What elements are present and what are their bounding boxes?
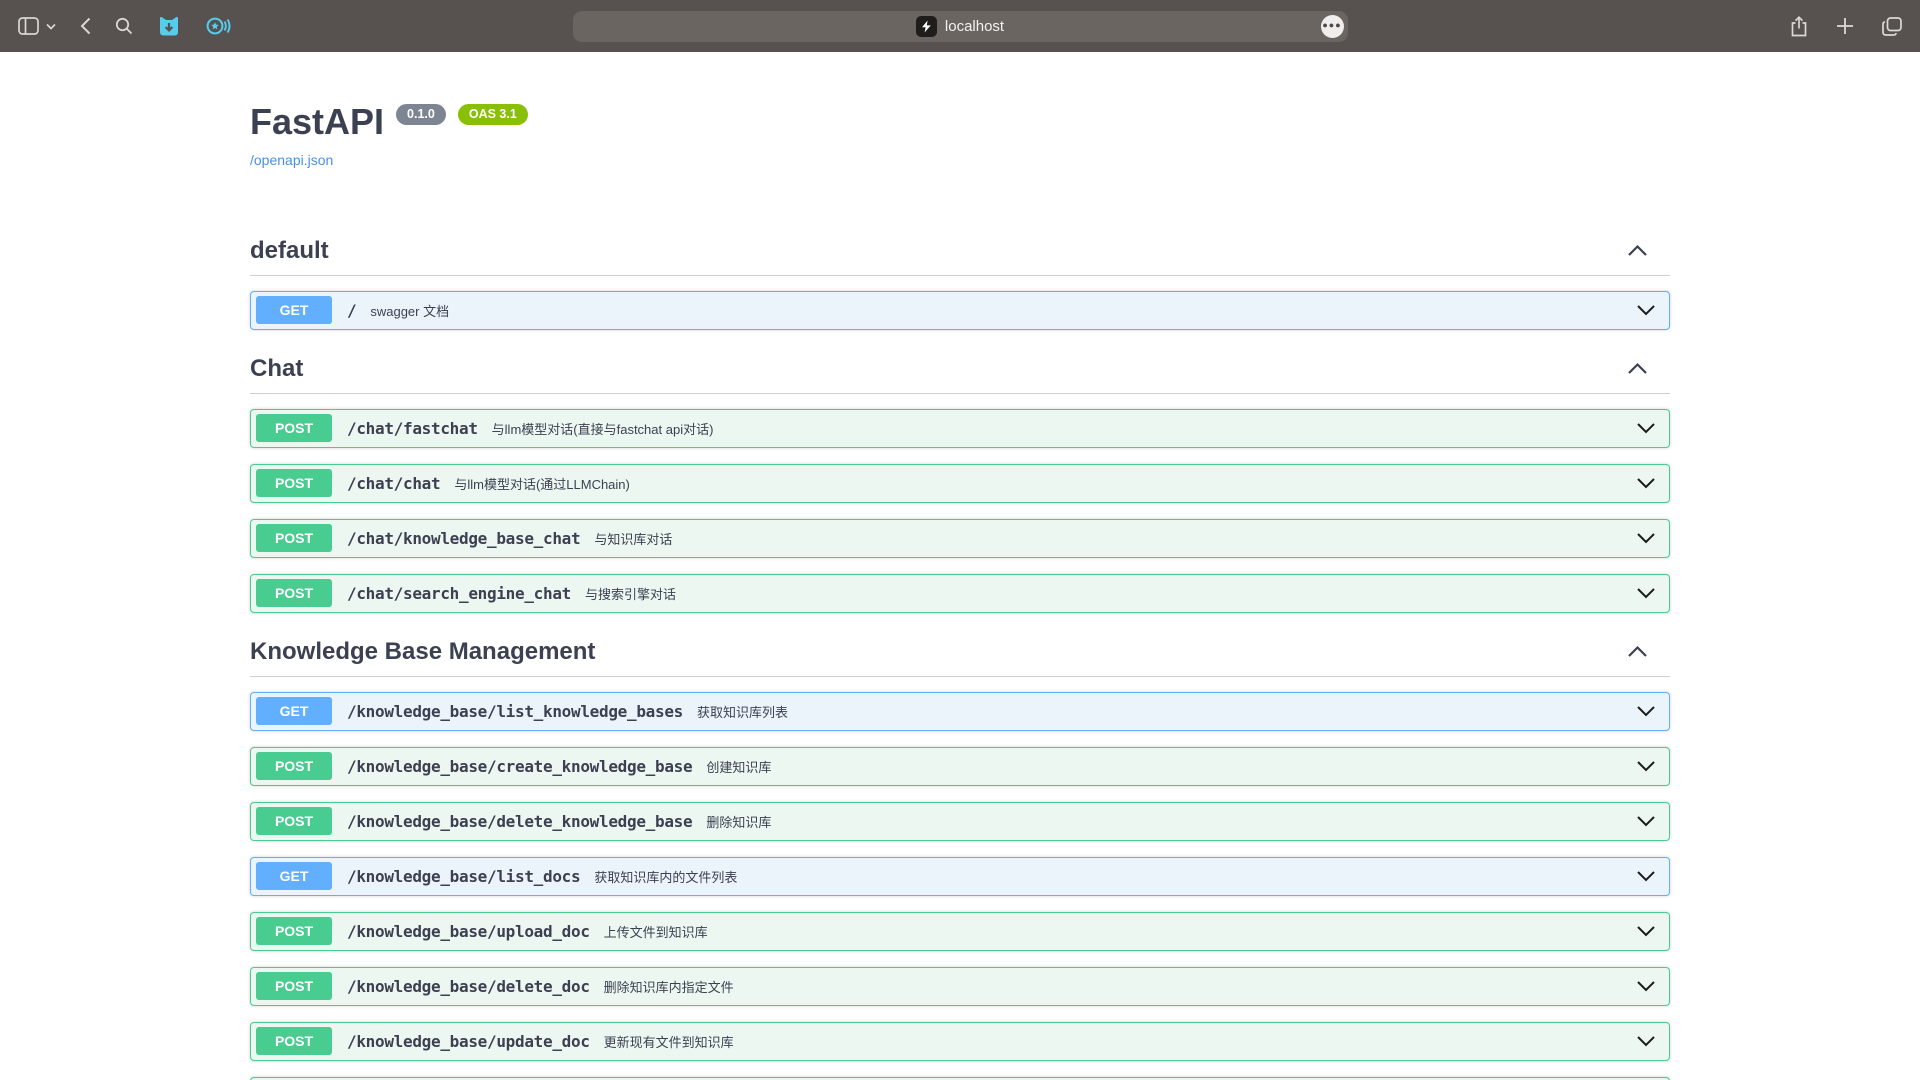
method-badge: GET — [256, 862, 332, 890]
section-header[interactable]: Knowledge Base Management — [250, 629, 1670, 677]
api-section: Knowledge Base Management GET /knowledge… — [250, 629, 1670, 1080]
expand-operation-button[interactable] — [1636, 1035, 1656, 1047]
collapse-section-button[interactable] — [1627, 244, 1648, 257]
expand-operation-button[interactable] — [1636, 925, 1656, 937]
method-badge: GET — [256, 296, 332, 324]
endpoint-description: 与搜索引擎对话 — [585, 584, 676, 603]
endpoint-row[interactable]: POST /chat/fastchat 与llm模型对话(直接与fastchat… — [250, 409, 1670, 448]
endpoint-description: swagger 文档 — [370, 301, 449, 320]
openapi-spec-link[interactable]: /openapi.json — [250, 152, 333, 168]
method-badge: POST — [256, 579, 332, 607]
url-text: localhost — [945, 18, 1004, 35]
version-badge: 0.1.0 — [396, 104, 446, 125]
endpoint-row[interactable]: POST /chat/search_engine_chat 与搜索引擎对话 — [250, 574, 1670, 613]
endpoint-description: 与知识库对话 — [594, 529, 672, 548]
extension-shield-icon[interactable] — [157, 14, 181, 38]
endpoint-row[interactable]: POST /knowledge_base/delete_knowledge_ba… — [250, 802, 1670, 841]
expand-operation-button[interactable] — [1636, 760, 1656, 772]
method-badge: POST — [256, 1027, 332, 1055]
swagger-page: FastAPI 0.1.0 OAS 3.1 /openapi.json defa… — [0, 52, 1920, 1080]
endpoint-row[interactable]: POST /knowledge_base/delete_doc 删除知识库内指定… — [250, 967, 1670, 1006]
endpoint-path: /chat/fastchat — [347, 419, 478, 438]
sections: default GET / swagger 文档 Chat — [250, 228, 1670, 1080]
api-info: FastAPI 0.1.0 OAS 3.1 /openapi.json — [250, 52, 1670, 170]
section-title: Chat — [250, 355, 303, 383]
expand-operation-button[interactable] — [1636, 532, 1656, 544]
page-settings-ellipsis-button[interactable]: ●●● — [1321, 15, 1344, 38]
endpoint-row[interactable]: POST /knowledge_base/upload_doc 上传文件到知识库 — [250, 912, 1670, 951]
endpoint-list: POST /chat/fastchat 与llm模型对话(直接与fastchat… — [250, 394, 1670, 613]
endpoint-description: 获取知识库列表 — [697, 702, 788, 721]
section-title: Knowledge Base Management — [250, 638, 595, 666]
endpoint-path: /knowledge_base/upload_doc — [347, 922, 590, 941]
endpoint-description: 与llm模型对话(直接与fastchat api对话) — [492, 419, 714, 438]
endpoint-row[interactable]: POST /knowledge_base/create_knowledge_ba… — [250, 747, 1670, 786]
search-icon[interactable] — [115, 17, 133, 35]
endpoint-path: /knowledge_base/create_knowledge_base — [347, 757, 692, 776]
browser-toolbar: localhost ●●● — [0, 0, 1920, 52]
expand-operation-button[interactable] — [1636, 422, 1656, 434]
endpoint-description: 上传文件到知识库 — [604, 922, 708, 941]
endpoint-path: /knowledge_base/update_doc — [347, 1032, 590, 1051]
section-header[interactable]: default — [250, 228, 1670, 276]
tab-overview-icon[interactable] — [1882, 17, 1902, 36]
sidebar-icon[interactable] — [18, 17, 39, 35]
endpoint-description: 删除知识库 — [706, 812, 771, 831]
endpoint-row[interactable]: POST /chat/chat 与llm模型对话(通过LLMChain) — [250, 464, 1670, 503]
expand-operation-button[interactable] — [1636, 587, 1656, 599]
endpoint-description: 获取知识库内的文件列表 — [594, 867, 737, 886]
endpoint-row[interactable]: POST /knowledge_base/recreate_vector_sto… — [250, 1077, 1670, 1080]
site-favicon — [916, 16, 937, 37]
endpoint-description: 与llm模型对话(通过LLMChain) — [454, 474, 630, 493]
method-badge: POST — [256, 972, 332, 1000]
endpoint-path: /chat/chat — [347, 474, 440, 493]
new-tab-icon[interactable] — [1836, 17, 1854, 35]
section-title: default — [250, 237, 329, 265]
endpoint-description: 删除知识库内指定文件 — [604, 977, 734, 996]
expand-operation-button[interactable] — [1636, 477, 1656, 489]
oas-badge: OAS 3.1 — [458, 104, 528, 125]
endpoint-description: 更新现有文件到知识库 — [604, 1032, 734, 1051]
expand-operation-button[interactable] — [1636, 870, 1656, 882]
method-badge: POST — [256, 469, 332, 497]
collapse-section-button[interactable] — [1627, 645, 1648, 658]
endpoint-path: /knowledge_base/delete_knowledge_base — [347, 812, 692, 831]
method-badge: POST — [256, 807, 332, 835]
share-icon[interactable] — [1790, 16, 1808, 37]
endpoint-path: /chat/knowledge_base_chat — [347, 529, 580, 548]
expand-operation-button[interactable] — [1636, 815, 1656, 827]
method-badge: GET — [256, 697, 332, 725]
collapse-section-button[interactable] — [1627, 362, 1648, 375]
endpoint-row[interactable]: GET / swagger 文档 — [250, 291, 1670, 330]
method-badge: POST — [256, 917, 332, 945]
endpoint-row[interactable]: POST /chat/knowledge_base_chat 与知识库对话 — [250, 519, 1670, 558]
page-title: FastAPI — [250, 102, 384, 142]
endpoint-row[interactable]: GET /knowledge_base/list_docs 获取知识库内的文件列… — [250, 857, 1670, 896]
address-bar[interactable]: localhost ●●● — [573, 11, 1348, 42]
expand-operation-button[interactable] — [1636, 304, 1656, 316]
endpoint-row[interactable]: POST /knowledge_base/update_doc 更新现有文件到知… — [250, 1022, 1670, 1061]
expand-operation-button[interactable] — [1636, 705, 1656, 717]
endpoint-path: /knowledge_base/delete_doc — [347, 977, 590, 996]
back-icon[interactable] — [80, 17, 91, 35]
expand-operation-button[interactable] — [1636, 980, 1656, 992]
endpoint-path: /knowledge_base/list_docs — [347, 867, 580, 886]
api-section: default GET / swagger 文档 — [250, 228, 1670, 330]
api-section: Chat POST /chat/fastchat 与llm模型对话(直接与fas… — [250, 346, 1670, 613]
extension-radar-icon[interactable] — [205, 14, 231, 38]
method-badge: POST — [256, 752, 332, 780]
method-badge: POST — [256, 414, 332, 442]
section-header[interactable]: Chat — [250, 346, 1670, 394]
endpoint-path: /chat/search_engine_chat — [347, 584, 571, 603]
method-badge: POST — [256, 524, 332, 552]
chevron-down-icon[interactable] — [46, 23, 56, 30]
endpoint-path: / — [347, 301, 356, 320]
endpoint-list: GET /knowledge_base/list_knowledge_bases… — [250, 677, 1670, 1080]
endpoint-path: /knowledge_base/list_knowledge_bases — [347, 702, 683, 721]
endpoint-list: GET / swagger 文档 — [250, 276, 1670, 330]
endpoint-description: 创建知识库 — [706, 757, 771, 776]
endpoint-row[interactable]: GET /knowledge_base/list_knowledge_bases… — [250, 692, 1670, 731]
